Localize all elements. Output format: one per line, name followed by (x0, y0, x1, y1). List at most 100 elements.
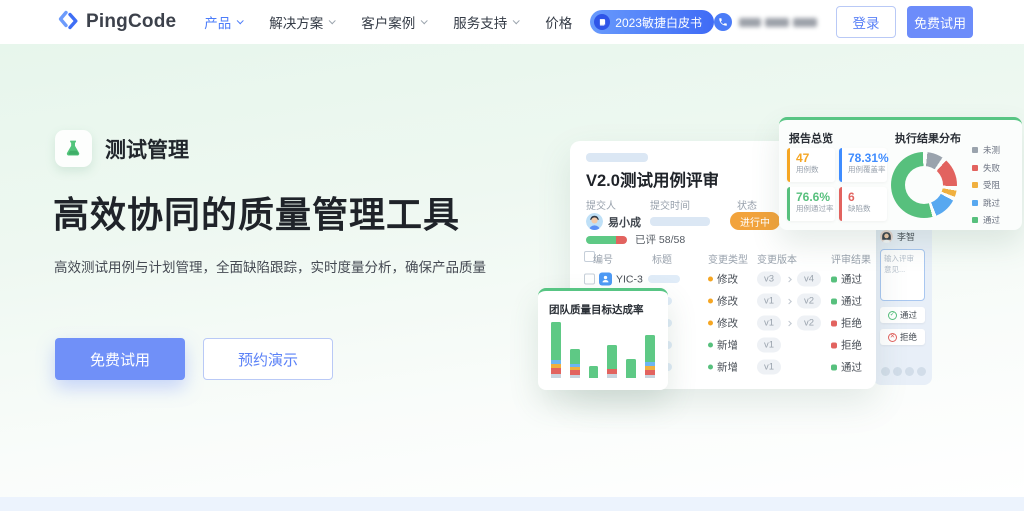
title-placeholder (648, 275, 680, 283)
table-header: 编号 标题 变更类型变更版本 评审结果 (570, 251, 876, 267)
progress-green-segment (586, 236, 616, 244)
type-dot (708, 321, 713, 326)
flask-icon (55, 130, 92, 167)
reject-button[interactable]: ✕ 拒绝 (880, 329, 925, 345)
column-header: 标题 (652, 251, 672, 266)
reviewer: 李智 (880, 230, 925, 243)
change-type: 新增 (708, 338, 738, 353)
legend-item: 通过 (972, 214, 1000, 226)
status-badge: 进行中 (730, 212, 780, 230)
review-result-label: 通过 (841, 360, 862, 375)
version-pill: v2 (797, 294, 821, 309)
chevron-down-icon (513, 17, 520, 24)
navbar: PingCode 产品 解决方案 客户案例 服务支持 价格 2023敏捷白皮书 登录 免… (0, 0, 1024, 44)
nav-item-solutions[interactable]: 解决方案 (269, 12, 334, 32)
bar (645, 335, 655, 378)
progress-bar (586, 236, 627, 244)
nav-free-trial-button[interactable]: 免费试用 (907, 6, 973, 38)
result-dot (831, 276, 837, 282)
bar (570, 349, 580, 378)
chart-title: 团队质量目标达成率 (549, 302, 644, 317)
review-result-label: 拒绝 (841, 316, 862, 331)
stat-label: 缺陷数 (848, 204, 887, 214)
change-version: v3 v4 (757, 272, 821, 287)
progress-label: 已评 58/58 (635, 232, 685, 247)
review-progress: 已评 58/58 (586, 232, 685, 247)
submitter-value: 易小成 (586, 212, 641, 231)
execution-result-donut (891, 152, 957, 218)
bar-segment (570, 375, 580, 378)
result-dot (831, 342, 837, 348)
placeholder-bar (586, 153, 648, 162)
pingcode-logo[interactable]: PingCode (56, 8, 176, 37)
nav-item-products[interactable]: 产品 (204, 12, 242, 32)
change-type-label: 新增 (717, 338, 738, 353)
column-header: 变更类型 (708, 251, 748, 266)
placeholder-bar (650, 217, 710, 226)
stat-box: 78.31%用例覆盖率 (839, 148, 887, 182)
legend-swatch (972, 147, 978, 153)
type-dot (708, 277, 713, 282)
column-header: 编号 (593, 251, 613, 266)
chevron-down-icon (421, 17, 428, 24)
hero-subtitle: 高效测试用例与计划管理，全面缺陷跟踪，实时度量分析，确保产品质量 (54, 256, 486, 276)
legend-label: 通过 (983, 214, 1000, 226)
change-version: v1 (757, 360, 781, 375)
type-dot (708, 343, 713, 348)
whitepaper-badge-label: 2023敏捷白皮书 (615, 14, 702, 31)
version-pill: v3 (757, 272, 781, 287)
type-dot (708, 365, 713, 370)
legend-item: 跳过 (972, 197, 1000, 209)
version-pill: v4 (797, 272, 821, 287)
change-type-label: 修改 (717, 316, 738, 331)
legend-label: 受阻 (983, 179, 1000, 191)
stat-label: 用例数 (796, 165, 835, 175)
stacked-bar-chart (551, 320, 655, 378)
book-icon (594, 14, 610, 30)
review-comment-textarea[interactable]: 输入评审意见... (880, 249, 925, 301)
stat-box: 47用例数 (787, 148, 835, 182)
review-result-label: 拒绝 (841, 338, 862, 353)
pingcode-logo-icon (56, 8, 80, 37)
stat-grid: 47用例数78.31%用例覆盖率76.6%用例通过率6缺陷数 (787, 148, 887, 221)
nav-item-support[interactable]: 服务支持 (453, 12, 518, 32)
report-overview-card: 报告总览 47用例数78.31%用例覆盖率76.6%用例通过率6缺陷数 执行结果… (779, 117, 1022, 230)
stat-label: 用例覆盖率 (848, 165, 887, 175)
login-button[interactable]: 登录 (836, 6, 896, 38)
column-header: 评审结果 (831, 251, 871, 266)
version-pill: v1 (757, 316, 781, 331)
submitter-avatar (586, 213, 603, 230)
team-quality-chart-card: 团队质量目标达成率 (538, 288, 668, 390)
hero-demo-button[interactable]: 预约演示 (203, 338, 333, 380)
arrow-right-icon (786, 276, 792, 282)
x-circle-icon: ✕ (888, 333, 897, 342)
legend-label: 未测 (983, 144, 1000, 156)
review-result-label: 通过 (841, 272, 862, 287)
legend-label: 失败 (983, 162, 1000, 174)
check-circle-icon: ✓ (888, 311, 897, 320)
bar (589, 366, 599, 378)
stat-box: 6缺陷数 (839, 187, 887, 221)
arrow-right-icon (786, 320, 792, 326)
hero-title: 高效协同的质量管理工具 (53, 186, 460, 238)
hero-free-trial-button[interactable]: 免费试用 (55, 338, 185, 380)
nav-item-customers[interactable]: 客户案例 (361, 12, 426, 32)
review-result: 通过 (831, 272, 862, 287)
nav-item-pricing[interactable]: 价格 (545, 12, 572, 32)
phone-contact[interactable] (714, 13, 817, 31)
bar-segment (589, 366, 599, 378)
chevron-down-icon (329, 17, 336, 24)
bar-segment (645, 375, 655, 378)
legend-swatch (972, 217, 978, 223)
approve-button[interactable]: ✓ 通过 (880, 307, 925, 323)
legend-item: 未测 (972, 144, 1000, 156)
placeholder-bar (648, 275, 680, 283)
version-pill: v1 (757, 294, 781, 309)
report-title: 报告总览 (789, 130, 833, 146)
arrow-right-icon (786, 298, 792, 304)
column-header: 变更版本 (757, 251, 797, 266)
row-checkbox[interactable] (584, 274, 595, 285)
whitepaper-badge[interactable]: 2023敏捷白皮书 (590, 10, 714, 34)
table-row: YIC-3修改v3v4通过 (570, 269, 876, 289)
stat-value: 76.6% (796, 190, 835, 204)
